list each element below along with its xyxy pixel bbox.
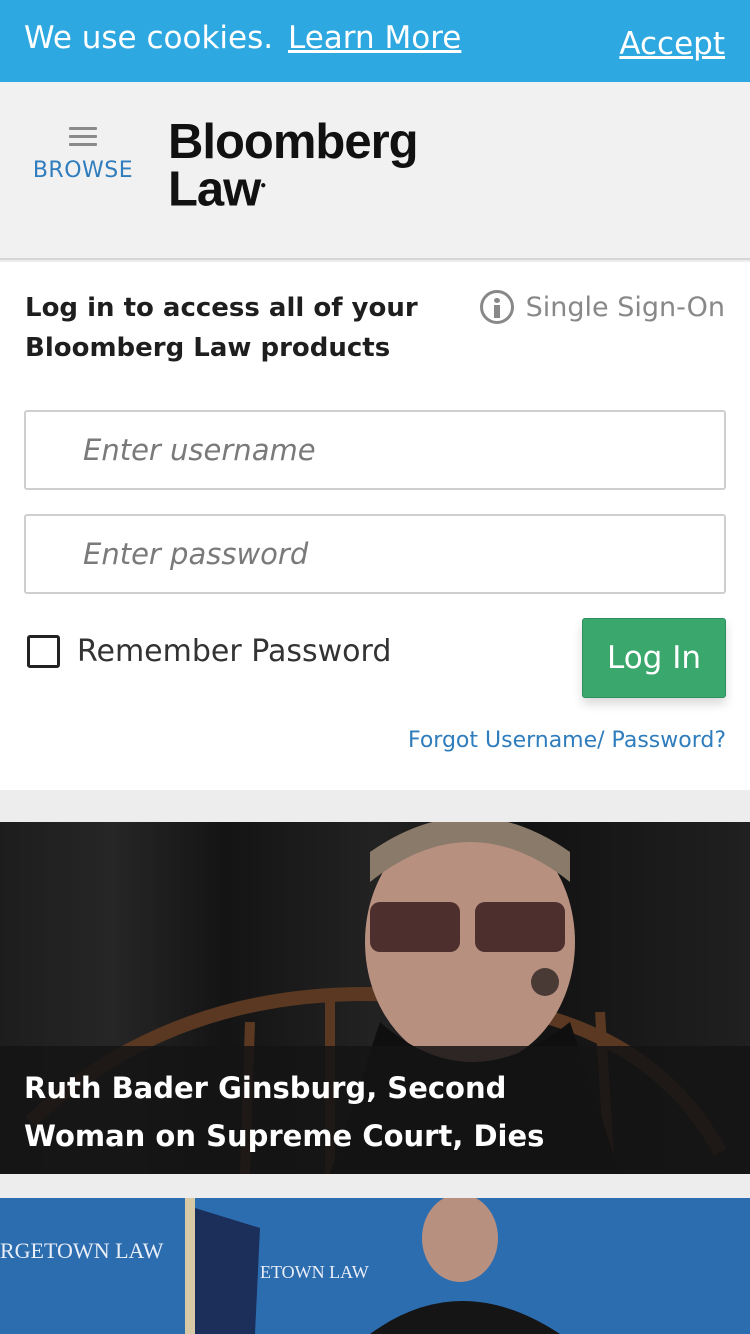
sso-label: Single Sign-On	[525, 291, 725, 323]
forgot-credentials-link[interactable]: Forgot Username/ Password?	[408, 728, 726, 753]
browse-label: BROWSE	[32, 158, 134, 183]
photo2-text-left: RGETOWN LAW	[0, 1238, 164, 1263]
info-icon	[479, 290, 514, 324]
news-photo-2: RGETOWN LAW ETOWN LAW	[0, 1198, 750, 1334]
cookie-text: We use cookies.	[24, 20, 274, 56]
login-card: Log in to access all of your Bloomberg L…	[0, 262, 750, 790]
news-caption: Ruth Bader Ginsburg, Second Woman on Sup…	[0, 1046, 750, 1174]
username-input[interactable]	[24, 410, 726, 490]
news-headline[interactable]: Ruth Bader Ginsburg, Second Woman on Sup…	[24, 1064, 624, 1160]
news-card[interactable]: Ruth Bader Ginsburg, Second Woman on Sup…	[0, 822, 750, 1174]
login-heading: Log in to access all of your Bloomberg L…	[25, 293, 418, 363]
bloomberg-law-logo[interactable]: Bloomberg Law●	[168, 118, 419, 214]
site-header: BROWSE Bloomberg Law●	[0, 82, 750, 260]
password-input[interactable]	[24, 514, 726, 594]
remember-label: Remember Password	[77, 634, 392, 669]
hamburger-icon	[69, 127, 97, 146]
photo2-text-mid: ETOWN LAW	[260, 1262, 369, 1282]
browse-menu-button[interactable]: BROWSE	[28, 122, 138, 183]
remember-password-toggle[interactable]: Remember Password	[27, 634, 391, 669]
remember-checkbox[interactable]	[27, 635, 60, 668]
learn-more-link[interactable]: Learn More	[288, 20, 461, 56]
news-card-2[interactable]: RGETOWN LAW ETOWN LAW	[0, 1198, 750, 1334]
login-button[interactable]: Log In	[582, 618, 726, 698]
cookie-banner: We use cookies. Learn More Accept	[0, 0, 750, 82]
single-sign-on-link[interactable]: Single Sign-On	[479, 290, 725, 324]
accept-cookies-link[interactable]: Accept	[619, 26, 725, 62]
